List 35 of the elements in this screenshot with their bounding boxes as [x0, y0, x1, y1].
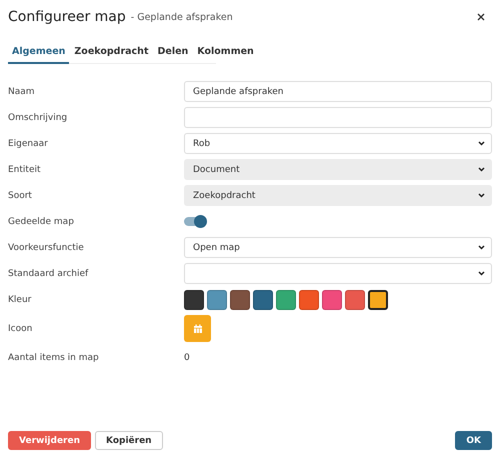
field-label: Standaard archief [8, 268, 90, 278]
tab[interactable]: Zoekopdracht [70, 44, 152, 64]
select-field[interactable] [184, 263, 492, 284]
chevron-down-icon [478, 167, 485, 172]
tab[interactable]: Delen [154, 44, 192, 64]
field-label: Icoon [8, 324, 34, 334]
field-label: Omschrijving [8, 112, 68, 122]
close-icon [477, 13, 485, 21]
text-field[interactable] [184, 107, 492, 128]
calendar-icon [192, 324, 202, 334]
tab[interactable]: Algemeen [8, 44, 70, 64]
field-label: Gedeelde map [8, 216, 75, 226]
chevron-down-icon [478, 245, 485, 250]
chevron-down-icon [478, 141, 485, 146]
field-label: Naam [8, 86, 36, 96]
chevron-down-icon [478, 271, 485, 276]
field-label: Eigenaar [8, 138, 49, 148]
item-count: 0 [184, 352, 190, 362]
select-field[interactable]: Open map [184, 237, 492, 258]
field-label: Aantal items in map [8, 352, 100, 362]
field-label: Entiteit [8, 164, 42, 174]
field-label: Kleur [8, 294, 32, 304]
color-swatch[interactable] [368, 290, 388, 310]
dialog-title: Configureer map [8, 9, 126, 25]
tab[interactable]: Kolommen [193, 44, 258, 64]
select-field[interactable]: Rob [184, 133, 492, 154]
copy-button[interactable]: Kopiëren [95, 431, 163, 450]
field-label: Soort [8, 190, 33, 200]
dialog-subtitle: - Geplande afspraken [130, 12, 233, 22]
text-field[interactable]: Geplande afspraken [184, 81, 492, 102]
field-label: Voorkeursfunctie [8, 242, 85, 252]
delete-button[interactable]: Verwijderen [8, 431, 91, 450]
toggle-switch[interactable] [184, 217, 206, 226]
ok-button[interactable]: OK [455, 431, 492, 450]
chevron-down-icon [478, 193, 485, 198]
